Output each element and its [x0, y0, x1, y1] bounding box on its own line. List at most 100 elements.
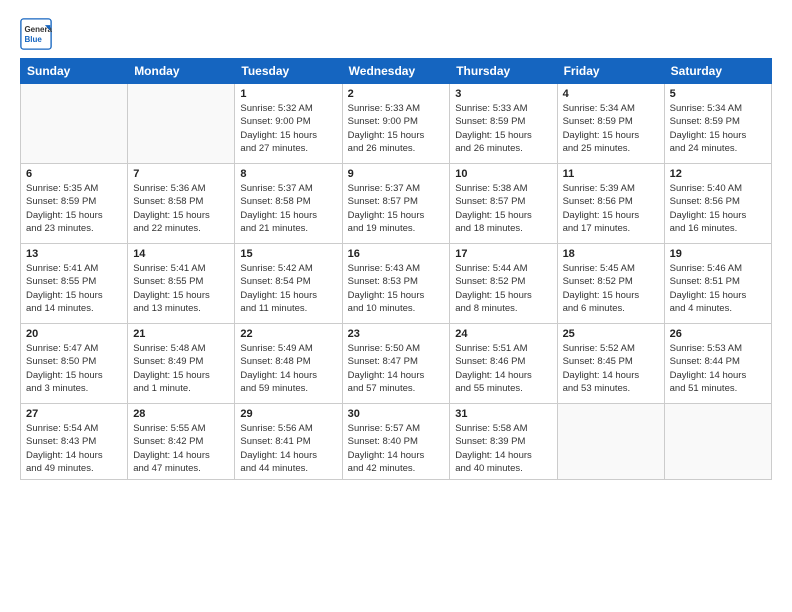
calendar-week-row: 27Sunrise: 5:54 AMSunset: 8:43 PMDayligh… — [21, 404, 772, 480]
cell-line: Sunrise: 5:47 AM — [26, 342, 122, 355]
cell-line: Sunrise: 5:36 AM — [133, 182, 229, 195]
calendar-cell: 12Sunrise: 5:40 AMSunset: 8:56 PMDayligh… — [664, 164, 771, 244]
cell-line: Sunset: 8:59 PM — [670, 115, 766, 128]
cell-line: Sunrise: 5:44 AM — [455, 262, 551, 275]
calendar-cell: 16Sunrise: 5:43 AMSunset: 8:53 PMDayligh… — [342, 244, 450, 324]
cell-line: and 53 minutes. — [563, 382, 659, 395]
cell-line: Sunrise: 5:37 AM — [240, 182, 336, 195]
calendar-cell — [664, 404, 771, 480]
header: General Blue — [20, 18, 772, 50]
cell-line: Sunset: 9:00 PM — [240, 115, 336, 128]
calendar-cell: 27Sunrise: 5:54 AMSunset: 8:43 PMDayligh… — [21, 404, 128, 480]
cell-line: Sunrise: 5:43 AM — [348, 262, 445, 275]
cell-line: and 3 minutes. — [26, 382, 122, 395]
day-number: 19 — [670, 248, 766, 260]
logo-icon: General Blue — [20, 18, 52, 50]
cell-line: Sunrise: 5:48 AM — [133, 342, 229, 355]
calendar-cell: 24Sunrise: 5:51 AMSunset: 8:46 PMDayligh… — [450, 324, 557, 404]
svg-text:Blue: Blue — [24, 35, 42, 44]
day-number: 26 — [670, 328, 766, 340]
cell-line: Sunset: 8:43 PM — [26, 435, 122, 448]
calendar-cell: 19Sunrise: 5:46 AMSunset: 8:51 PMDayligh… — [664, 244, 771, 324]
cell-line: and 16 minutes. — [670, 222, 766, 235]
day-number: 12 — [670, 168, 766, 180]
cell-line: Sunrise: 5:37 AM — [348, 182, 445, 195]
day-number: 2 — [348, 88, 445, 100]
cell-line: and 1 minute. — [133, 382, 229, 395]
weekday-header: Wednesday — [342, 59, 450, 84]
cell-line: Sunset: 8:46 PM — [455, 355, 551, 368]
calendar-cell: 31Sunrise: 5:58 AMSunset: 8:39 PMDayligh… — [450, 404, 557, 480]
cell-line: Daylight: 14 hours — [670, 369, 766, 382]
day-number: 29 — [240, 408, 336, 420]
cell-line: Daylight: 15 hours — [563, 209, 659, 222]
cell-line: Sunset: 8:56 PM — [670, 195, 766, 208]
calendar-cell: 7Sunrise: 5:36 AMSunset: 8:58 PMDaylight… — [128, 164, 235, 244]
cell-line: Daylight: 15 hours — [563, 289, 659, 302]
weekday-header: Sunday — [21, 59, 128, 84]
cell-line: Sunrise: 5:56 AM — [240, 422, 336, 435]
calendar-cell: 26 Sunrise: 5:53 AMSunset: 8:44 PMDayligh… — [664, 324, 771, 404]
calendar-cell: 20Sunrise: 5:47 AMSunset: 8:50 PMDayligh… — [21, 324, 128, 404]
weekday-header-row: SundayMondayTuesdayWednesdayThursdayFrid… — [21, 59, 772, 84]
calendar: SundayMondayTuesdayWednesdayThursdayFrid… — [20, 58, 772, 480]
day-number: 8 — [240, 168, 336, 180]
cell-line: Sunset: 8:59 PM — [563, 115, 659, 128]
cell-line: Sunset: 8:52 PM — [455, 275, 551, 288]
cell-line: Daylight: 14 hours — [26, 449, 122, 462]
day-number: 15 — [240, 248, 336, 260]
cell-line: Daylight: 15 hours — [348, 129, 445, 142]
cell-line: Daylight: 14 hours — [240, 369, 336, 382]
calendar-cell: 21Sunrise: 5:48 AMSunset: 8:49 PMDayligh… — [128, 324, 235, 404]
calendar-cell: 30Sunrise: 5:57 AMSunset: 8:40 PMDayligh… — [342, 404, 450, 480]
calendar-cell: 17Sunrise: 5:44 AMSunset: 8:52 PMDayligh… — [450, 244, 557, 324]
cell-line: Sunset: 8:59 PM — [26, 195, 122, 208]
weekday-header: Thursday — [450, 59, 557, 84]
cell-line: Sunrise: 5:51 AM — [455, 342, 551, 355]
cell-line: and 47 minutes. — [133, 462, 229, 475]
cell-line: Daylight: 15 hours — [563, 129, 659, 142]
cell-line: Sunset: 8:48 PM — [240, 355, 336, 368]
day-number: 23 — [348, 328, 445, 340]
cell-line: and 23 minutes. — [26, 222, 122, 235]
cell-line: and 10 minutes. — [348, 302, 445, 315]
cell-line: Daylight: 15 hours — [670, 129, 766, 142]
calendar-week-row: 6Sunrise: 5:35 AMSunset: 8:59 PMDaylight… — [21, 164, 772, 244]
cell-line: and 40 minutes. — [455, 462, 551, 475]
cell-line: Sunset: 8:54 PM — [240, 275, 336, 288]
day-number: 20 — [26, 328, 122, 340]
cell-line: Daylight: 15 hours — [26, 289, 122, 302]
day-number: 13 — [26, 248, 122, 260]
day-number: 31 — [455, 408, 551, 420]
cell-line: Sunrise: 5:45 AM — [563, 262, 659, 275]
cell-line: Sunrise: 5:41 AM — [26, 262, 122, 275]
cell-line: and 13 minutes. — [133, 302, 229, 315]
cell-line: Sunrise: 5:53 AM — [670, 342, 766, 355]
cell-line: and 59 minutes. — [240, 382, 336, 395]
cell-line: and 44 minutes. — [240, 462, 336, 475]
cell-line: Sunset: 8:40 PM — [348, 435, 445, 448]
cell-line: Daylight: 15 hours — [133, 209, 229, 222]
cell-line: and 6 minutes. — [563, 302, 659, 315]
cell-line: and 26 minutes. — [348, 142, 445, 155]
calendar-cell — [557, 404, 664, 480]
cell-line: and 51 minutes. — [670, 382, 766, 395]
cell-line: Daylight: 14 hours — [240, 449, 336, 462]
cell-line: Daylight: 14 hours — [455, 369, 551, 382]
cell-line: Sunset: 8:53 PM — [348, 275, 445, 288]
cell-line: Sunset: 8:42 PM — [133, 435, 229, 448]
cell-line: Sunrise: 5:38 AM — [455, 182, 551, 195]
calendar-cell: 9Sunrise: 5:37 AMSunset: 8:57 PMDaylight… — [342, 164, 450, 244]
day-number: 22 — [240, 328, 336, 340]
calendar-week-row: 1Sunrise: 5:32 AMSunset: 9:00 PMDaylight… — [21, 84, 772, 164]
cell-line: Sunrise: 5:54 AM — [26, 422, 122, 435]
cell-line: Sunset: 8:55 PM — [133, 275, 229, 288]
logo: General Blue — [20, 18, 52, 50]
day-number: 25 — [563, 328, 659, 340]
calendar-cell: 28Sunrise: 5:55 AMSunset: 8:42 PMDayligh… — [128, 404, 235, 480]
day-number: 10 — [455, 168, 551, 180]
cell-line: Sunset: 8:44 PM — [670, 355, 766, 368]
calendar-cell: 2Sunrise: 5:33 AMSunset: 9:00 PMDaylight… — [342, 84, 450, 164]
cell-line: Sunrise: 5:32 AM — [240, 102, 336, 115]
cell-line: Sunrise: 5:33 AM — [455, 102, 551, 115]
